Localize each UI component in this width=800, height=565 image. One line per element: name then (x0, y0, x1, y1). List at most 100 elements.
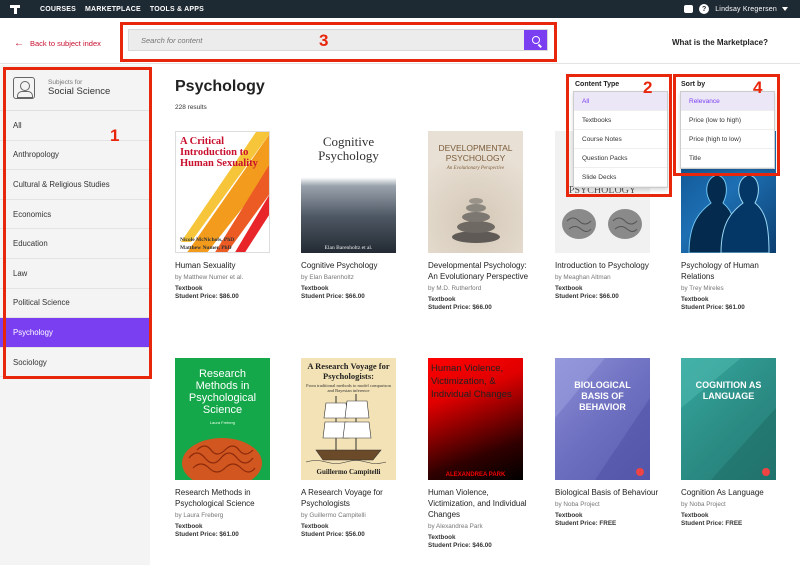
annotation-number-3: 3 (319, 31, 329, 50)
book-author: by Noba Project (681, 501, 726, 508)
book-type: Textbook (428, 534, 456, 541)
book-type: Textbook (681, 296, 709, 303)
noba-logo-icon (636, 468, 644, 476)
cover-author: Guillermo Campitelli (316, 468, 381, 476)
book-author: by Laura Freberg (175, 512, 224, 519)
arrow-left-icon: ← (14, 38, 24, 49)
book-title[interactable]: Human Violence, Victimization, and Indiv… (428, 487, 533, 520)
book-cover[interactable]: A Critical Introduction to Human Sexuali… (175, 131, 270, 253)
book-card[interactable]: A Critical Introduction to Human Sexuali… (175, 131, 280, 300)
book-cover[interactable]: BIOLOGICAL BASIS OF BEHAVIOR (555, 358, 650, 480)
sort-option-title[interactable]: Title (681, 149, 774, 168)
marketplace-info-link[interactable]: What is the Marketplace? (672, 38, 768, 47)
subject-prefix: Subjects for (48, 78, 83, 86)
book-price: Student Price: $46.00 (428, 542, 492, 549)
book-author: by Guillermo Campitelli (301, 512, 366, 519)
book-cover[interactable]: Research Methods in Psychological Scienc… (175, 358, 270, 480)
content-type-option-textbooks[interactable]: Textbooks (574, 111, 667, 130)
sidebar-item-all[interactable]: All (0, 111, 150, 141)
book-type: Textbook (301, 285, 329, 292)
book-price: Student Price: $86.00 (175, 293, 239, 300)
book-card[interactable]: COGNITION AS LANGUAGE Cognition As Langu… (681, 358, 786, 527)
book-author: by Elan Barenholtz (301, 274, 354, 281)
annotation-number-1: 1 (110, 126, 120, 145)
cover-author: Matthew Numer, PhD (180, 245, 232, 251)
content-type-option-slide-decks[interactable]: Slide Decks (574, 168, 667, 187)
nav-courses[interactable]: COURSES (40, 6, 76, 13)
book-cover[interactable]: Human Violence, Victimization, & Individ… (428, 358, 523, 480)
sort-option-price-high-low[interactable]: Price (high to low) (681, 130, 774, 149)
page-title: Psychology (175, 78, 265, 95)
results-count: 228 results (175, 104, 207, 111)
book-cover[interactable]: Cognitive Psychology Elan Barenholtz et … (301, 131, 396, 253)
sidebar-item-psychology[interactable]: Psychology (0, 318, 150, 348)
book-card[interactable]: A Research Voyage for Psychologists: Fro… (301, 358, 406, 538)
annotation-number-4: 4 (753, 78, 763, 97)
content-type-option-course-notes[interactable]: Course Notes (574, 130, 667, 149)
sidebar-item-education[interactable]: Education (0, 229, 150, 259)
annotation-number-2: 2 (643, 78, 653, 97)
nav-tools-apps[interactable]: TOOLS & APPS (150, 6, 204, 13)
book-type: Textbook (428, 296, 456, 303)
book-price: Student Price: $61.00 (175, 531, 239, 538)
book-card[interactable]: Cognitive Psychology Elan Barenholtz et … (301, 131, 406, 300)
book-price: Student Price: $66.00 (301, 293, 365, 300)
book-price: Student Price: $66.00 (555, 293, 619, 300)
cover-title: BIOLOGICAL BASIS OF BEHAVIOR (574, 380, 631, 412)
book-title[interactable]: Developmental Psychology: An Evolutionar… (428, 260, 533, 282)
book-author: by Noba Project (555, 501, 600, 508)
book-card[interactable]: Research Methods in Psychological Scienc… (175, 358, 280, 538)
book-price: Student Price: FREE (555, 520, 617, 527)
sort-option-price-low-high[interactable]: Price (low to high) (681, 111, 774, 130)
book-card[interactable]: Human Violence, Victimization, & Individ… (428, 358, 533, 549)
top-nav-bar: COURSES MARKETPLACE TOOLS & APPS ? Linds… (0, 0, 800, 18)
cover-author: ALEXANDREA PARK (445, 472, 506, 478)
user-name[interactable]: Lindsay Kregersen (715, 6, 777, 13)
book-cover[interactable]: A Research Voyage for Psychologists: Fro… (301, 358, 396, 480)
cover-title: A Critical Introduction to Human Sexuali… (180, 136, 258, 169)
content-type-option-question-packs[interactable]: Question Packs (574, 149, 667, 168)
book-price: Student Price: $61.00 (681, 304, 745, 311)
search-icon (531, 36, 540, 44)
book-type: Textbook (175, 285, 203, 292)
book-title[interactable]: A Research Voyage for Psychologists (301, 487, 406, 509)
sidebar-item-anthropology[interactable]: Anthropology (0, 141, 150, 171)
book-type: Textbook (175, 523, 203, 530)
nav-marketplace[interactable]: MARKETPLACE (85, 6, 141, 13)
book-card[interactable]: BIOLOGICAL BASIS OF BEHAVIOR Biological … (555, 358, 660, 527)
chat-icon[interactable] (684, 5, 694, 13)
chevron-down-icon[interactable] (782, 7, 788, 11)
book-title[interactable]: Introduction to Psychology (555, 260, 660, 271)
book-cover[interactable]: DEVELOPMENTAL PSYCHOLOGY An Evolutionary… (428, 131, 523, 253)
content-type-menu: All Textbooks Course Notes Question Pack… (573, 91, 668, 188)
sidebar-item-law[interactable]: Law (0, 259, 150, 289)
book-title[interactable]: Human Sexuality (175, 260, 280, 271)
sort-by-label: Sort by (681, 81, 706, 88)
book-title[interactable]: Cognitive Psychology (301, 260, 406, 271)
book-author: by Trey Mireles (681, 285, 724, 292)
book-title[interactable]: Cognition As Language (681, 487, 786, 498)
back-link-label: Back to subject index (30, 39, 101, 48)
book-type: Textbook (555, 512, 583, 519)
back-link[interactable]: ← Back to subject index (14, 38, 101, 49)
sidebar-item-political-science[interactable]: Political Science (0, 289, 150, 319)
sidebar-item-economics[interactable]: Economics (0, 200, 150, 230)
sidebar-item-sociology[interactable]: Sociology (0, 348, 150, 378)
book-title[interactable]: Biological Basis of Behaviour (555, 487, 660, 498)
logo-icon[interactable] (10, 3, 22, 15)
search-button[interactable] (524, 30, 547, 50)
help-icon[interactable]: ? (699, 4, 710, 14)
cover-title: Cognitive Psychology (318, 134, 379, 163)
content-type-option-all[interactable]: All (574, 92, 667, 111)
book-price: Student Price: FREE (681, 520, 743, 527)
book-price: Student Price: $56.00 (301, 531, 365, 538)
book-title[interactable]: Research Methods in Psychological Scienc… (175, 487, 280, 509)
book-card[interactable]: DEVELOPMENTAL PSYCHOLOGY An Evolutionary… (428, 131, 533, 311)
sidebar-item-cultural-religious-studies[interactable]: Cultural & Religious Studies (0, 170, 150, 200)
book-cover[interactable]: COGNITION AS LANGUAGE (681, 358, 776, 480)
cover-author: Nicole McNichols, PhD (180, 237, 235, 243)
sort-by-filter: Sort by Relevance Price (low to high) Pr… (676, 78, 778, 172)
book-title[interactable]: Psychology of Human Relations (681, 260, 786, 282)
cover-author: Elan Barenholtz et al. (324, 245, 373, 251)
book-author: by Meaghan Altman (555, 274, 611, 281)
